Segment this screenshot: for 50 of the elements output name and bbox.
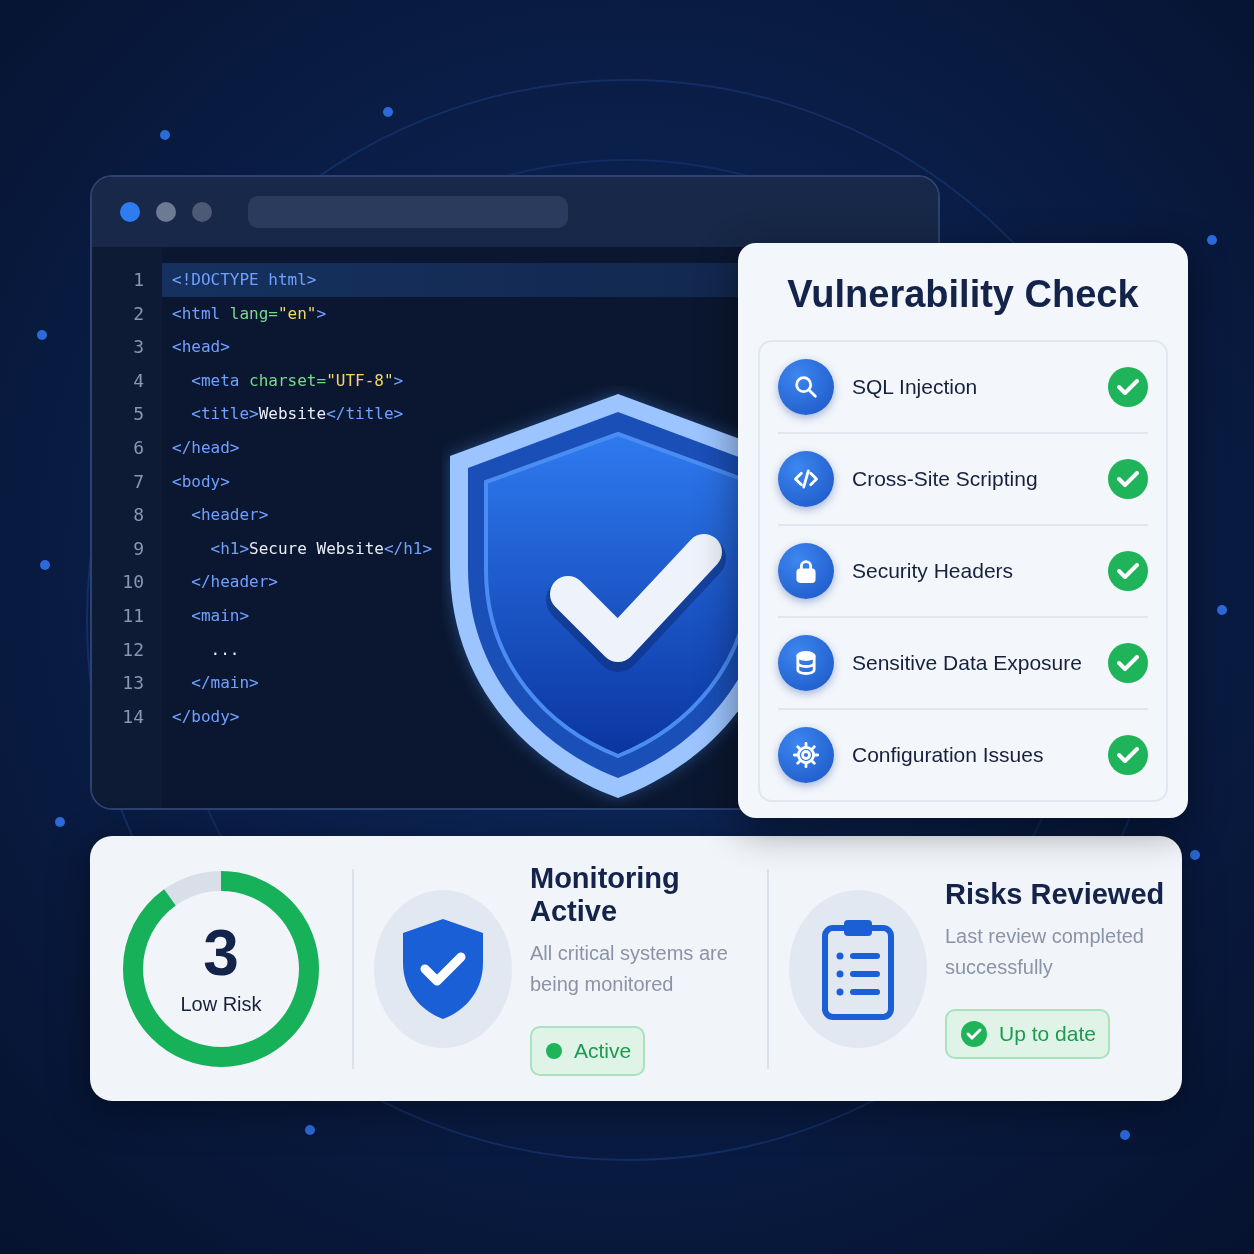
badge-label: Active: [574, 1038, 632, 1063]
risk-count: 3: [203, 921, 239, 985]
status-title: Monitoring Active: [530, 861, 681, 928]
code-line: </body>: [171, 705, 240, 728]
clipboard-icon: [822, 917, 894, 1020]
check-label: Cross-Site Scripting: [852, 467, 1039, 491]
check-icon: [961, 1021, 987, 1047]
status-dot-icon: [546, 1042, 562, 1059]
code-line: </main>: [190, 672, 259, 695]
line-number: 9: [132, 536, 145, 561]
window-control-dot[interactable]: [156, 202, 176, 222]
code-line: </head>: [171, 436, 240, 459]
code-line: <body>: [171, 470, 230, 493]
gear-icon: [792, 741, 820, 769]
badge-label: Up to date: [999, 1022, 1096, 1046]
code-line: <main>: [190, 604, 250, 627]
check-label: SQL Injection: [852, 375, 979, 399]
code-line: <header>: [190, 504, 269, 527]
line-number: 6: [132, 435, 145, 460]
line-number: 10: [121, 570, 145, 595]
status-description: All critical systems are being monitored: [530, 940, 729, 997]
card-title: Vulnerability Check: [786, 273, 1140, 316]
risk-label: Low Risk: [180, 993, 262, 1016]
line-number: 13: [121, 671, 145, 696]
line-number: 14: [121, 704, 145, 729]
code-line: <head>: [171, 336, 230, 359]
code-line: <title>Website</title>: [190, 403, 404, 426]
line-number: 2: [132, 301, 145, 326]
line-number: 7: [132, 469, 145, 494]
shield-icon: [401, 916, 485, 1021]
code-line: <html lang="en">: [171, 302, 327, 325]
check-label: Security Headers: [852, 559, 1015, 583]
code-line: </header>: [190, 571, 278, 594]
window-control-dot[interactable]: [120, 202, 140, 222]
code-line: <meta charset="UTF-8">: [190, 369, 404, 392]
search-icon: [792, 373, 820, 401]
check-label: Sensitive Data Exposure: [852, 651, 1083, 675]
line-number: 11: [121, 603, 145, 628]
line-number: 8: [132, 503, 145, 528]
line-number: 1: [132, 268, 145, 292]
line-number: 3: [132, 335, 145, 360]
line-number: 5: [132, 402, 145, 427]
code-line: ...: [209, 638, 240, 661]
window-control-dot[interactable]: [192, 202, 212, 222]
line-number: 4: [132, 368, 145, 393]
line-number: 12: [121, 637, 145, 662]
check-label: Configuration Issues: [852, 743, 1045, 767]
code-line: <h1>Secure Website</h1>: [209, 537, 433, 560]
status-title: Risks Reviewed: [945, 878, 1165, 911]
status-description: Last review completed successfully: [945, 924, 1145, 980]
